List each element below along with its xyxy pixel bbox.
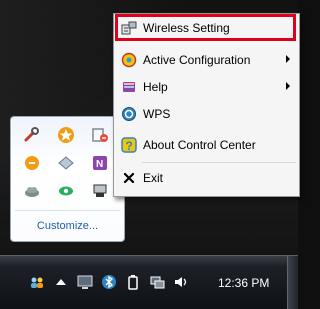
menu-item-label: Help xyxy=(143,80,168,94)
menu-item-label: Active Configuration xyxy=(143,53,251,67)
green-eye-icon[interactable] xyxy=(51,177,81,205)
menu-item-exit[interactable]: Exit xyxy=(117,167,296,189)
show-desktop-button[interactable] xyxy=(287,256,298,309)
svg-text:?: ? xyxy=(126,139,133,153)
menu-item-wireless-setting[interactable]: Wireless Setting xyxy=(117,17,296,39)
no-entry-network-icon[interactable] xyxy=(85,121,115,149)
control-center-context-menu: Wireless Setting Active Configuration He… xyxy=(113,13,300,197)
expand-arrow-icon[interactable] xyxy=(52,273,70,291)
menu-separator xyxy=(142,162,296,163)
active-configuration-icon xyxy=(121,52,137,68)
about-question-icon: ? xyxy=(121,137,137,153)
wrench-icon[interactable] xyxy=(17,121,47,149)
wireless-setting-icon xyxy=(121,20,137,36)
menu-item-label: WPS xyxy=(143,107,171,121)
cloud-icon[interactable] xyxy=(17,177,47,205)
menu-item-about-control-center[interactable]: ? About Control Center xyxy=(117,134,296,156)
users-icon[interactable] xyxy=(28,273,46,291)
menu-item-label: About Control Center xyxy=(143,138,256,152)
star-badge-icon[interactable] xyxy=(51,121,81,149)
onenote-icon[interactable]: N xyxy=(85,149,115,177)
help-book-icon xyxy=(121,79,137,95)
submenu-arrow-icon xyxy=(286,55,290,63)
orange-circle-icon[interactable] xyxy=(17,149,47,177)
menu-item-wps[interactable]: WPS xyxy=(117,103,296,125)
menu-item-help[interactable]: Help xyxy=(117,76,296,98)
wps-icon xyxy=(121,106,137,122)
menu-item-active-configuration[interactable]: Active Configuration xyxy=(117,49,296,71)
taskbar: 12:36 PM xyxy=(0,255,298,309)
diamond-icon[interactable] xyxy=(51,149,81,177)
exit-x-icon xyxy=(121,170,137,186)
panel-divider xyxy=(15,210,120,211)
customize-link[interactable]: Customize... xyxy=(11,220,124,232)
menu-item-label: Wireless Setting xyxy=(143,21,230,35)
usb-device-icon[interactable] xyxy=(85,177,115,205)
submenu-arrow-icon xyxy=(286,82,290,90)
taskbar-tray-icons xyxy=(28,272,196,292)
battery-icon[interactable] xyxy=(124,273,142,291)
display-icon[interactable] xyxy=(76,273,94,291)
taskbar-clock[interactable]: 12:36 PM xyxy=(218,276,269,290)
tray-icon-grid: N xyxy=(17,121,117,205)
notification-overflow-panel: N Customize... xyxy=(10,116,125,242)
menu-item-label: Exit xyxy=(143,171,164,185)
bluetooth-icon[interactable] xyxy=(100,273,118,291)
svg-text:N: N xyxy=(96,159,103,170)
speaker-icon[interactable] xyxy=(172,273,190,291)
network-icon[interactable] xyxy=(148,273,166,291)
